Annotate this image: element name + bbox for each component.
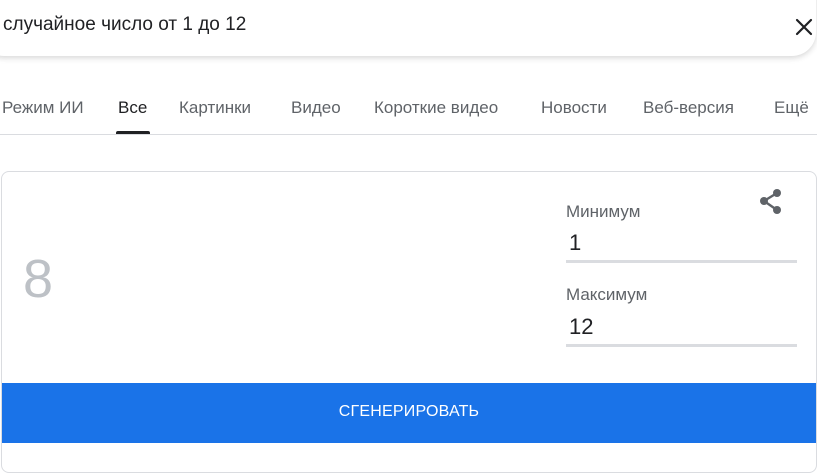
tab-images[interactable]: Картинки (179, 98, 251, 118)
active-tab-indicator (116, 131, 150, 134)
min-input[interactable] (566, 226, 797, 263)
random-number-generator: 8 Минимум Максимум СГЕНЕРИРОВАТЬ (1, 171, 817, 473)
generate-button[interactable]: СГЕНЕРИРОВАТЬ (2, 383, 816, 443)
max-label: Максимум (566, 285, 648, 304)
tab-ai-mode[interactable]: Режим ИИ (2, 98, 84, 118)
tab-more[interactable]: Ещё (774, 98, 809, 118)
tab-short-videos[interactable]: Короткие видео (374, 98, 498, 118)
share-icon[interactable] (757, 187, 785, 217)
close-icon[interactable] (792, 15, 816, 39)
tab-videos[interactable]: Видео (291, 98, 341, 118)
max-input[interactable] (566, 310, 797, 347)
search-bar[interactable]: случайное число от 1 до 12 (0, 0, 816, 56)
tab-news[interactable]: Новости (541, 98, 607, 118)
search-query-text[interactable]: случайное число от 1 до 12 (3, 14, 246, 36)
tab-web[interactable]: Веб-версия (643, 98, 734, 118)
min-label: Минимум (566, 202, 641, 221)
search-tabs: Режим ИИ Все Картинки Видео Короткие вид… (0, 88, 817, 135)
random-result: 8 (23, 249, 54, 309)
tab-all[interactable]: Все (118, 98, 147, 118)
